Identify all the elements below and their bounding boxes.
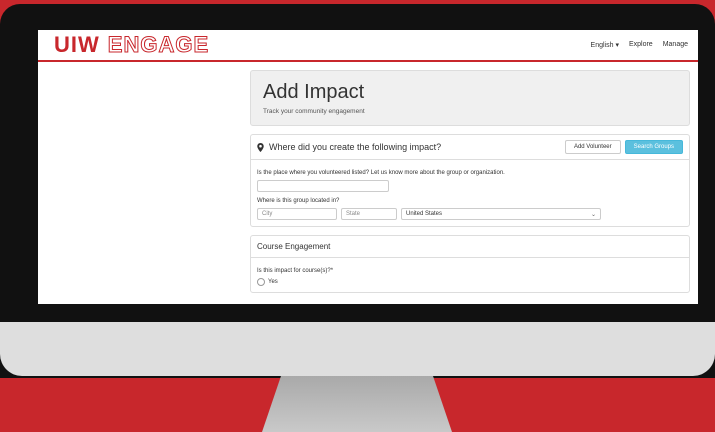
location-question-text: Where did you create the following impac…: [269, 142, 442, 152]
place-label: Is the place where you volunteered liste…: [257, 170, 505, 176]
uiw-engage-logo[interactable]: UIW ENGAGE: [54, 32, 209, 58]
language-dropdown[interactable]: English ▾: [591, 41, 619, 49]
page-title: Add Impact: [263, 81, 365, 103]
location-panel: Where did you create the following impac…: [250, 134, 690, 227]
yes-label: Yes: [268, 279, 278, 285]
course-panel-body: Is this impact for course(s)?* Yes: [251, 258, 689, 292]
logo-uiw-text: UIW: [54, 32, 100, 57]
monitor-chin: [0, 322, 715, 376]
country-select-value: United States: [406, 211, 443, 217]
monitor-stand: [262, 376, 452, 432]
map-pin-icon: [257, 142, 264, 152]
search-groups-button[interactable]: Search Groups: [624, 140, 683, 154]
page-header-panel: Add Impact Track your community engageme…: [250, 70, 690, 126]
nav-explore[interactable]: Explore: [629, 41, 653, 49]
top-navbar: UIW ENGAGE English ▾ Explore Manage: [38, 30, 698, 62]
course-question: Is this impact for course(s)?*: [257, 268, 334, 274]
location-panel-header: Where did you create the following impac…: [251, 135, 689, 160]
country-select[interactable]: United States ⌄: [401, 208, 601, 220]
course-panel-title: Course Engagement: [251, 236, 689, 258]
course-panel: Course Engagement Is this impact for cou…: [250, 235, 690, 293]
city-input[interactable]: City: [257, 208, 337, 220]
nav-links: English ▾ Explore Manage: [591, 41, 688, 49]
add-volunteer-button[interactable]: Add Volunteer: [564, 140, 621, 154]
main-content: Add Impact Track your community engageme…: [250, 70, 690, 301]
chevron-down-icon: ⌄: [590, 212, 596, 218]
screen: UIW ENGAGE English ▾ Explore Manage Add …: [38, 30, 698, 304]
group-name-input[interactable]: [257, 180, 389, 192]
page-subtitle: Track your community engagement: [263, 108, 365, 115]
location-question: Where did you create the following impac…: [257, 142, 441, 152]
location-fields-row: City State United States ⌄: [257, 208, 683, 220]
yes-option[interactable]: Yes: [257, 278, 683, 286]
location-panel-body: Is the place where you volunteered liste…: [251, 160, 689, 226]
state-input[interactable]: State: [341, 208, 397, 220]
location-buttons: Add Volunteer Search Groups: [564, 140, 683, 154]
yes-radio[interactable]: [257, 278, 265, 286]
logo-engage-text: ENGAGE: [107, 32, 210, 58]
nav-manage[interactable]: Manage: [663, 41, 688, 49]
group-location-label: Where is this group located in?: [257, 198, 340, 204]
